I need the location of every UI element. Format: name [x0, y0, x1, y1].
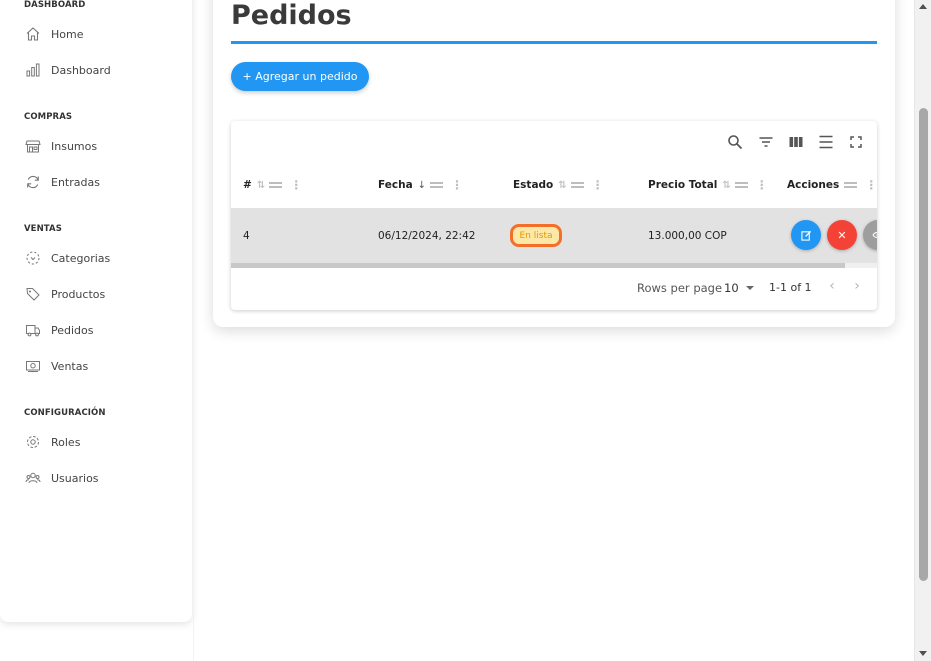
column-menu-icon[interactable]: ⋮	[290, 179, 302, 191]
edit-button[interactable]	[791, 220, 821, 250]
edit-icon	[800, 226, 812, 245]
store-icon	[24, 137, 42, 155]
drag-handle-icon[interactable]	[269, 182, 283, 188]
sidebar-item-dashboard[interactable]: Dashboard	[24, 58, 111, 82]
column-menu-icon[interactable]: ⋮	[865, 179, 877, 191]
section-title-dashboard: DASHBOARD	[24, 0, 86, 10]
add-pedido-button[interactable]: + Agregar un pedido	[231, 62, 369, 91]
sidebar-item-label: Entradas	[51, 175, 100, 189]
column-menu-icon[interactable]: ⋮	[756, 179, 768, 191]
sidebar-item-entradas[interactable]: Entradas	[24, 170, 100, 194]
truck-icon	[24, 321, 42, 339]
column-header-precio-total[interactable]: Precio Total ⇅ ⋮	[648, 178, 768, 192]
sidebar-item-usuarios[interactable]: Usuarios	[24, 466, 99, 490]
bar-chart-icon	[24, 61, 42, 79]
column-header-estado[interactable]: Estado ⇅ ⋮	[513, 178, 604, 192]
divider	[193, 0, 194, 661]
search-icon[interactable]	[725, 132, 745, 152]
category-icon	[24, 249, 42, 267]
close-icon: ✕	[837, 228, 847, 242]
title-divider	[231, 41, 877, 44]
column-header-acciones[interactable]: Acciones ⋮	[787, 178, 877, 192]
section-title-compras: COMPRAS	[24, 112, 73, 122]
sidebar-item-label: Dashboard	[51, 63, 111, 77]
scroll-thumb[interactable]	[919, 108, 928, 581]
scroll-down-icon[interactable]	[919, 651, 927, 656]
chevron-left-icon: ‹	[829, 278, 835, 294]
chevron-right-icon: ›	[854, 278, 860, 294]
sidebar-item-label: Insumos	[51, 139, 98, 153]
orders-table: # ⇅ ⋮ Fecha ↓ ⋮ Estado ⇅ ⋮ Precio Total …	[231, 121, 877, 310]
sidebar-item-label: Roles	[51, 435, 81, 449]
home-icon	[24, 25, 42, 43]
column-menu-icon[interactable]: ⋮	[451, 179, 463, 191]
sidebar-item-productos[interactable]: Productos	[24, 282, 105, 306]
filter-icon[interactable]	[756, 132, 776, 152]
eye-icon	[872, 226, 877, 245]
sidebar-item-roles[interactable]: Roles	[24, 430, 80, 454]
sort-icon[interactable]: ⇅	[722, 180, 730, 191]
status-badge: En lista	[510, 224, 562, 247]
tag-icon	[24, 285, 42, 303]
cell-fecha: 06/12/2024, 22:42	[378, 230, 476, 242]
sidebar-item-categorias[interactable]: Categorias	[24, 246, 110, 270]
prev-page-button[interactable]: ‹	[824, 278, 840, 294]
cell-precio-total: 13.000,00 COP	[648, 230, 727, 242]
section-title-configuracion: CONFIGURACIÓN	[24, 408, 106, 418]
refresh-icon	[24, 173, 42, 191]
column-menu-icon[interactable]: ⋮	[592, 179, 604, 191]
rows-per-page-label: Rows per page	[637, 281, 723, 295]
rows-per-page-select[interactable]: 10	[724, 281, 754, 295]
sidebar-item-label: Pedidos	[51, 323, 94, 337]
sidebar-item-insumos[interactable]: Insumos	[24, 134, 97, 158]
sidebar-item-home[interactable]: Home	[24, 22, 83, 46]
sidebar-item-label: Ventas	[51, 359, 89, 373]
columns-icon[interactable]	[786, 132, 806, 152]
cell-id: 4	[243, 230, 250, 242]
horizontal-scrollbar[interactable]	[231, 263, 877, 268]
gear-icon	[24, 433, 42, 451]
money-icon	[24, 357, 42, 375]
scroll-up-icon[interactable]	[919, 4, 927, 9]
horizontal-scroll-thumb[interactable]	[231, 263, 845, 268]
sort-icon[interactable]: ⇅	[558, 180, 566, 191]
sort-desc-icon[interactable]: ↓	[418, 180, 426, 191]
sidebar-item-label: Productos	[51, 287, 106, 301]
chevron-down-icon	[745, 286, 754, 290]
delete-button[interactable]: ✕	[827, 220, 857, 250]
drag-handle-icon[interactable]	[844, 182, 858, 188]
sidebar-item-ventas[interactable]: Ventas	[24, 354, 88, 378]
sort-icon[interactable]: ⇅	[257, 180, 265, 191]
sidebar-item-label: Usuarios	[51, 471, 99, 485]
density-icon[interactable]	[816, 132, 836, 152]
page-title: Pedidos	[231, 0, 352, 31]
fullscreen-icon[interactable]	[846, 132, 866, 152]
sidebar-item-label: Home	[51, 27, 84, 41]
sidebar-item-label: Categorias	[51, 251, 111, 265]
column-header-id[interactable]: # ⇅ ⋮	[243, 178, 302, 192]
pagination-range: 1-1 of 1	[769, 281, 812, 294]
section-title-ventas: VENTAS	[24, 224, 62, 234]
drag-handle-icon[interactable]	[734, 182, 748, 188]
sidebar: DASHBOARD Home Dashboard COMPRAS Insumos…	[0, 0, 192, 622]
column-header-fecha[interactable]: Fecha ↓ ⋮	[378, 178, 463, 192]
users-icon	[24, 469, 42, 487]
vertical-scrollbar[interactable]	[914, 0, 931, 661]
sidebar-item-pedidos[interactable]: Pedidos	[24, 318, 94, 342]
drag-handle-icon[interactable]	[430, 182, 444, 188]
drag-handle-icon[interactable]	[570, 182, 584, 188]
next-page-button[interactable]: ›	[849, 278, 865, 294]
